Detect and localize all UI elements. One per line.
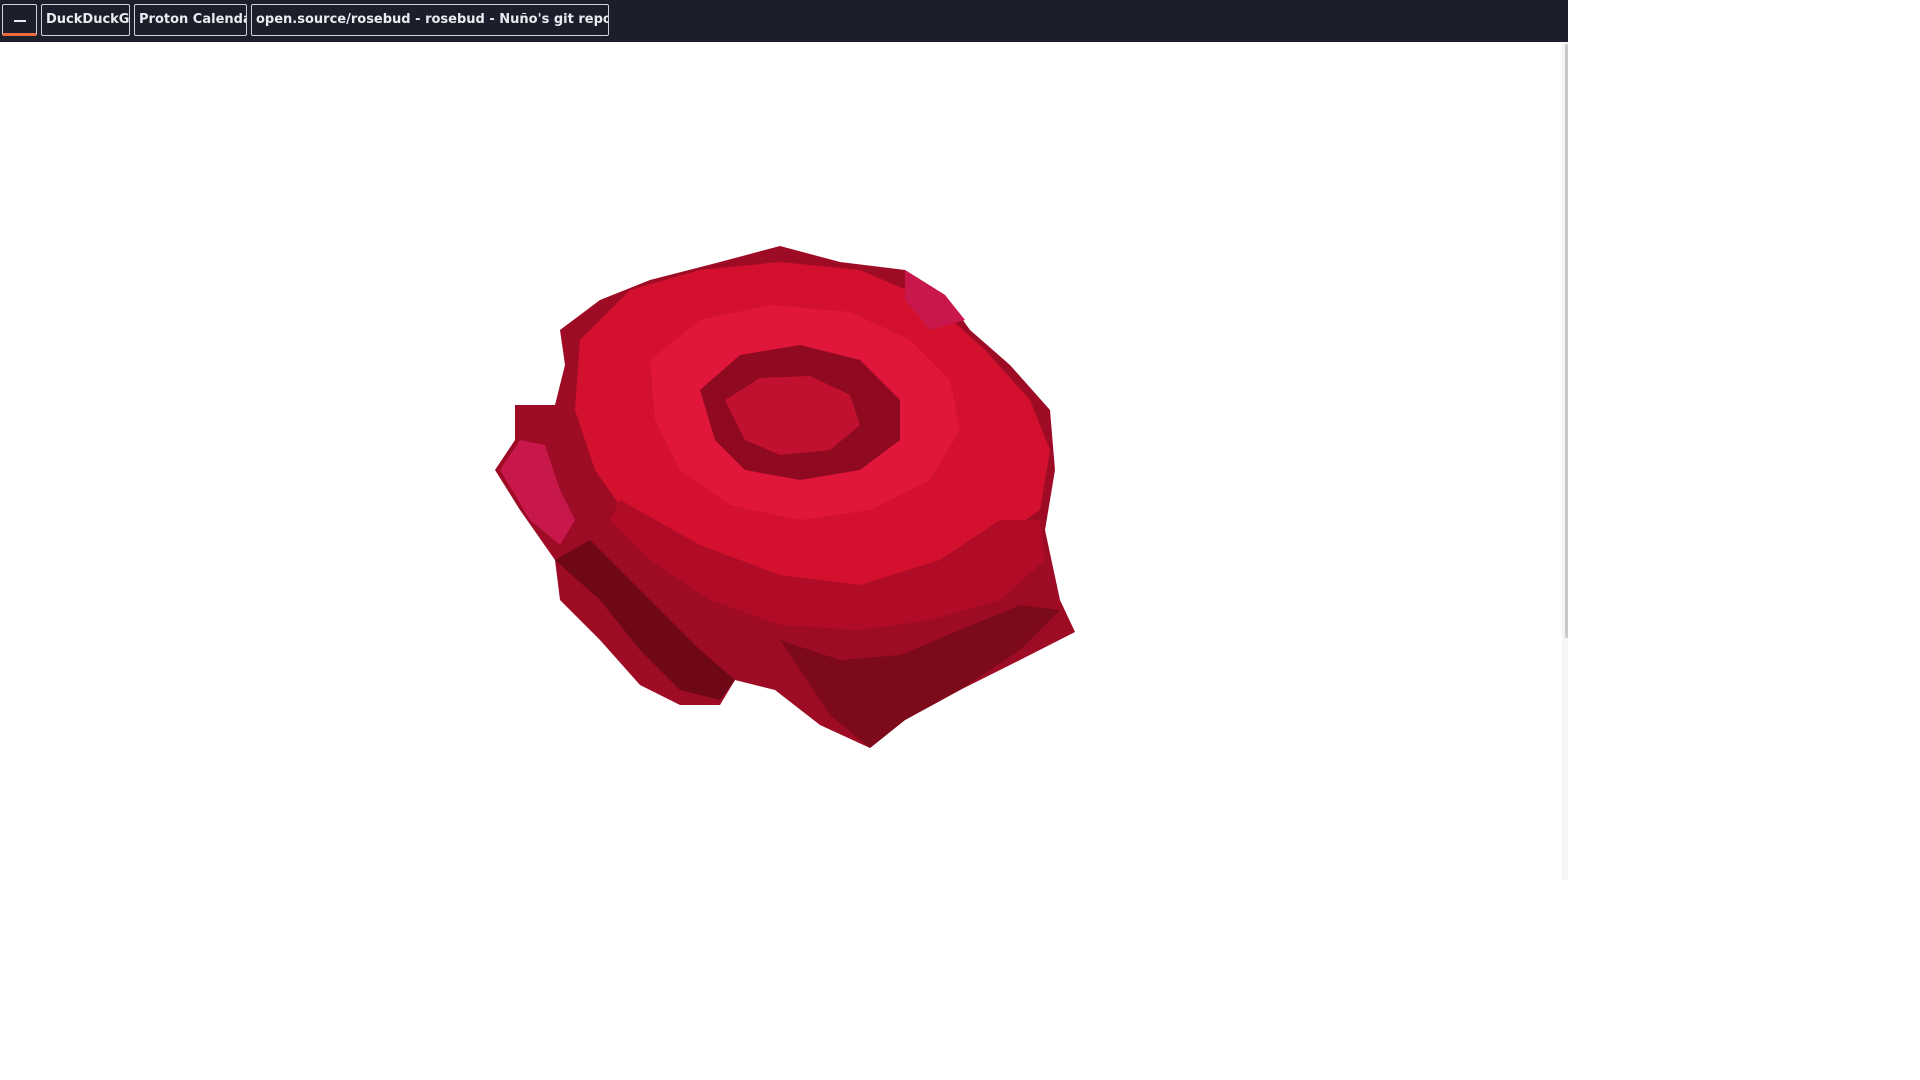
tab-bar: DuckDuckGo Proton Calendar open.source/r…: [0, 0, 1568, 42]
menu-button[interactable]: [2, 4, 37, 36]
page-content: [0, 42, 1562, 880]
red-rose-image: [495, 246, 1075, 748]
tab-rosebud-repo[interactable]: open.source/rosebud - rosebud - Nuño's g…: [251, 4, 609, 36]
tab-proton-calendar[interactable]: Proton Calendar: [134, 4, 247, 36]
menu-dash-icon: [14, 20, 26, 22]
scrollbar-thumb[interactable]: [1565, 44, 1568, 638]
tab-duckduckgo[interactable]: DuckDuckGo: [41, 4, 130, 36]
